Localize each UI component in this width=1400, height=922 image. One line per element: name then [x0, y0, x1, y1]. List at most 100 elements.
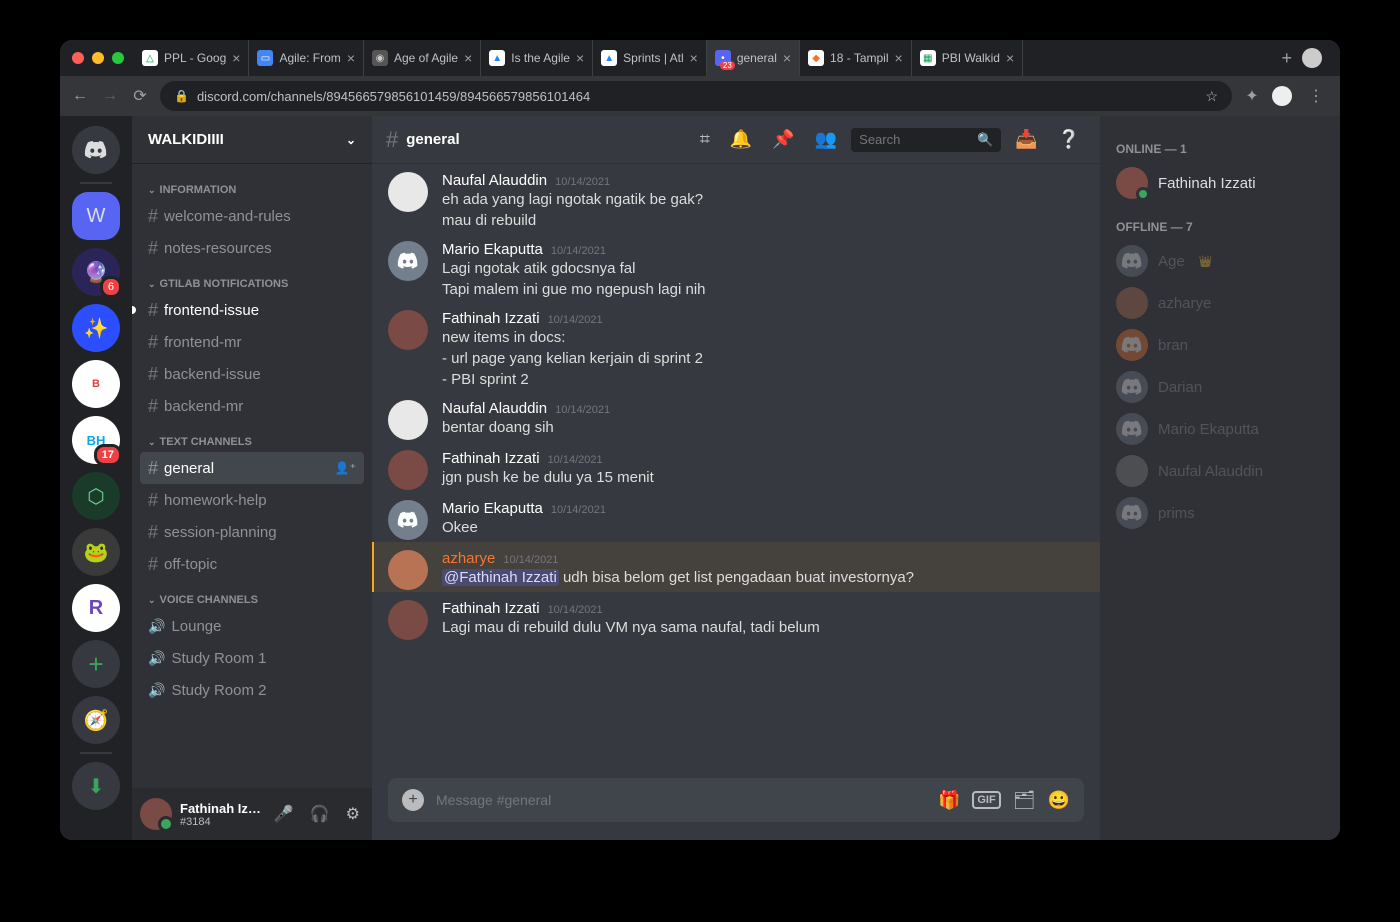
user-avatar[interactable]	[140, 798, 172, 830]
browser-tab[interactable]: ▭Agile: From×	[249, 40, 364, 76]
text-channel[interactable]: #welcome-and-rules	[140, 200, 364, 232]
message[interactable]: Fathinah Izzati10/14/2021jgn push ke be …	[372, 442, 1100, 492]
bookmark-icon[interactable]: ☆	[1205, 88, 1218, 105]
text-channel[interactable]: #homework-help	[140, 484, 364, 516]
text-channel[interactable]: #backend-mr	[140, 390, 364, 422]
text-channel[interactable]: #off-topic	[140, 548, 364, 580]
inbox-icon[interactable]: 📥	[1009, 129, 1043, 150]
deafen-button[interactable]: 🎧	[306, 800, 334, 828]
message-avatar[interactable]	[388, 310, 428, 350]
message[interactable]: Naufal Alauddin10/14/2021eh ada yang lag…	[372, 164, 1100, 233]
close-tab-icon[interactable]: ×	[232, 50, 240, 66]
server-header[interactable]: WALKIDIIII ⌄	[132, 116, 372, 164]
add-server[interactable]: +	[72, 640, 120, 688]
maximize-window[interactable]	[112, 52, 124, 64]
browser-tab[interactable]: •23general×	[707, 40, 800, 76]
download-apps[interactable]: ⬇	[72, 762, 120, 810]
message-author[interactable]: Fathinah Izzati	[442, 310, 540, 327]
message-author[interactable]: Mario Ekaputta	[442, 241, 543, 258]
channel-category[interactable]: ⌄ TEXT CHANNELS	[140, 422, 364, 452]
browser-menu[interactable]: ⋮	[1302, 86, 1330, 106]
discord-home[interactable]	[72, 126, 120, 174]
member-item[interactable]: Fathinah Izzati	[1108, 162, 1332, 204]
attach-button[interactable]: +	[402, 789, 424, 811]
browser-tab[interactable]: ◉Age of Agile×	[364, 40, 481, 76]
message[interactable]: Mario Ekaputta10/14/2021Lagi ngotak atik…	[372, 233, 1100, 302]
message[interactable]: Mario Ekaputta10/14/2021Okee	[372, 492, 1100, 542]
voice-channel[interactable]: 🔊Study Room 2	[140, 674, 364, 706]
server-5[interactable]: BH17	[72, 416, 120, 464]
forward-button[interactable]: →	[100, 87, 120, 105]
browser-tab[interactable]: ▲Is the Agile×	[481, 40, 593, 76]
create-invite-icon[interactable]: 👤⁺	[335, 461, 356, 475]
member-item[interactable]: bran	[1108, 324, 1332, 366]
server-8[interactable]: R	[72, 584, 120, 632]
settings-button[interactable]: ⚙	[342, 800, 364, 828]
close-tab-icon[interactable]: ×	[690, 50, 698, 66]
minimize-window[interactable]	[92, 52, 104, 64]
channel-category[interactable]: ⌄ INFORMATION	[140, 170, 364, 200]
profile-avatar[interactable]	[1302, 48, 1322, 68]
server-2[interactable]: 🔮6	[72, 248, 120, 296]
emoji-icon[interactable]: 😀	[1048, 790, 1070, 811]
browser-tab[interactable]: ▲Sprints | Atl×	[593, 40, 707, 76]
text-channel[interactable]: #frontend-mr	[140, 326, 364, 358]
member-item[interactable]: prims	[1108, 492, 1332, 534]
window-controls[interactable]	[72, 52, 124, 64]
message-author[interactable]: Naufal Alauddin	[442, 400, 547, 417]
reload-button[interactable]: ⟳	[130, 86, 150, 106]
message[interactable]: Fathinah Izzati10/14/2021Lagi mau di reb…	[372, 592, 1100, 642]
mention[interactable]: @Fathinah Izzati	[442, 569, 559, 586]
extensions-icon[interactable]: ✦	[1242, 86, 1262, 106]
text-channel[interactable]: #session-planning	[140, 516, 364, 548]
browser-tab[interactable]: ◆18 - Tampil×	[800, 40, 912, 76]
message-avatar[interactable]	[388, 400, 428, 440]
message-author[interactable]: azharye	[442, 550, 495, 567]
back-button[interactable]: ←	[70, 87, 90, 105]
message-avatar[interactable]	[388, 600, 428, 640]
message-author[interactable]: Mario Ekaputta	[442, 500, 543, 517]
member-item[interactable]: Mario Ekaputta	[1108, 408, 1332, 450]
message-avatar[interactable]	[388, 172, 428, 212]
help-icon[interactable]: ❔	[1052, 129, 1086, 150]
pinned-icon[interactable]: 📌	[766, 129, 800, 150]
search-box[interactable]: Search 🔍	[851, 128, 1001, 152]
extension-avatar[interactable]	[1272, 86, 1292, 106]
server-4[interactable]: B	[72, 360, 120, 408]
voice-channel[interactable]: 🔊Study Room 1	[140, 642, 364, 674]
close-tab-icon[interactable]: ×	[464, 50, 472, 66]
member-item[interactable]: azharye	[1108, 282, 1332, 324]
message-list[interactable]: Naufal Alauddin10/14/2021eh ada yang lag…	[372, 164, 1100, 778]
gift-icon[interactable]: 🎁	[938, 790, 960, 811]
message-author[interactable]: Fathinah Izzati	[442, 450, 540, 467]
server-7[interactable]: 🐸	[72, 528, 120, 576]
mute-button[interactable]: 🎤	[270, 800, 298, 828]
browser-tab[interactable]: △PPL - Goog×	[134, 40, 249, 76]
channel-category[interactable]: ⌄ VOICE CHANNELS	[140, 580, 364, 610]
message-input[interactable]: + Message #general 🎁 GIF 🗂 😀	[388, 778, 1084, 822]
server-walkidiiii[interactable]: W	[72, 192, 120, 240]
member-item[interactable]: Naufal Alauddin	[1108, 450, 1332, 492]
members-icon[interactable]: 👥	[809, 129, 843, 150]
server-3[interactable]: ✨	[72, 304, 120, 352]
message-avatar[interactable]	[388, 241, 428, 281]
member-item[interactable]: Age👑	[1108, 240, 1332, 282]
notifications-icon[interactable]: 🔔	[724, 129, 758, 150]
text-channel[interactable]: #backend-issue	[140, 358, 364, 390]
message-author[interactable]: Naufal Alauddin	[442, 172, 547, 189]
voice-channel[interactable]: 🔊Lounge	[140, 610, 364, 642]
message-avatar[interactable]	[388, 450, 428, 490]
member-item[interactable]: Darian	[1108, 366, 1332, 408]
close-tab-icon[interactable]: ×	[1006, 50, 1014, 66]
message-author[interactable]: Fathinah Izzati	[442, 600, 540, 617]
text-channel[interactable]: #notes-resources	[140, 232, 364, 264]
gif-icon[interactable]: GIF	[972, 791, 1000, 809]
close-tab-icon[interactable]: ×	[576, 50, 584, 66]
user-info[interactable]: Fathinah Izz... #3184	[180, 801, 262, 828]
close-window[interactable]	[72, 52, 84, 64]
sticker-icon[interactable]: 🗂	[1013, 790, 1036, 811]
message[interactable]: Naufal Alauddin10/14/2021bentar doang si…	[372, 392, 1100, 442]
new-tab-button[interactable]: +	[1271, 48, 1302, 69]
message[interactable]: Fathinah Izzati10/14/2021new items in do…	[372, 302, 1100, 392]
channel-category[interactable]: ⌄ GTILAB NOTIFICATIONS	[140, 264, 364, 294]
